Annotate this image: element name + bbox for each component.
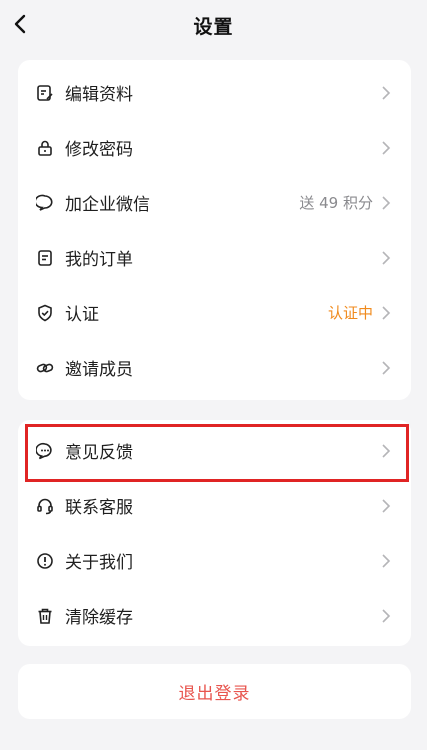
edit-profile-icon	[36, 84, 54, 102]
chevron-right-icon	[381, 360, 391, 376]
wechat-bubble-icon	[36, 194, 54, 212]
chevron-right-icon	[381, 608, 391, 624]
headset-icon	[36, 497, 54, 515]
top-bar: 设置	[0, 0, 427, 50]
settings-item-label: 邀请成员	[65, 360, 133, 380]
settings-item-label: 意见反馈	[65, 443, 133, 463]
settings-item-edit-profile[interactable]: 编辑资料	[18, 65, 411, 120]
chevron-right-icon	[381, 443, 391, 459]
settings-group-support: 意见反馈 联系客服 关于我们 清除缓存	[18, 420, 411, 646]
shield-check-icon	[36, 304, 54, 322]
chevron-right-icon	[381, 85, 391, 101]
chevron-right-icon	[381, 195, 391, 211]
settings-item-feedback[interactable]: 意见反馈	[18, 423, 411, 478]
settings-item-label: 清除缓存	[65, 608, 133, 628]
chevron-right-icon	[381, 498, 391, 514]
verification-status-text: 认证中	[327, 304, 373, 322]
settings-item-clear-cache[interactable]: 清除缓存	[18, 588, 411, 643]
logout-button[interactable]: 退出登录	[18, 664, 411, 719]
lock-icon	[36, 139, 54, 157]
settings-item-label: 认证	[65, 305, 99, 325]
settings-item-label: 编辑资料	[65, 85, 133, 105]
settings-item-label: 联系客服	[65, 498, 133, 518]
link-icon	[36, 359, 54, 377]
settings-item-add-wechat[interactable]: 加企业微信 送 49 积分	[18, 175, 411, 230]
chevron-left-icon	[14, 14, 26, 34]
points-reward-text: 送 49 积分	[299, 194, 373, 212]
settings-item-label: 加企业微信	[65, 195, 150, 215]
back-button[interactable]	[6, 10, 34, 38]
feedback-chat-icon	[36, 442, 54, 460]
settings-item-change-password[interactable]: 修改密码	[18, 120, 411, 175]
info-icon	[36, 552, 54, 570]
settings-item-about-us[interactable]: 关于我们	[18, 533, 411, 588]
settings-item-label: 我的订单	[65, 250, 133, 270]
order-document-icon	[36, 249, 54, 267]
logout-label: 退出登录	[178, 684, 251, 704]
chevron-right-icon	[381, 140, 391, 156]
trash-icon	[36, 607, 54, 625]
chevron-right-icon	[381, 305, 391, 321]
settings-item-invite-members[interactable]: 邀请成员	[18, 340, 411, 395]
settings-item-verification[interactable]: 认证 认证中	[18, 285, 411, 340]
settings-item-my-orders[interactable]: 我的订单	[18, 230, 411, 285]
settings-item-label: 关于我们	[65, 553, 133, 573]
settings-item-contact-support[interactable]: 联系客服	[18, 478, 411, 533]
chevron-right-icon	[381, 553, 391, 569]
chevron-right-icon	[381, 250, 391, 266]
settings-item-label: 修改密码	[65, 140, 133, 160]
settings-group-account: 编辑资料 修改密码 加企业微信 送 49 积分 我的订单 认证 认证中 邀请成员	[18, 60, 411, 400]
page-title: 设置	[193, 15, 234, 38]
